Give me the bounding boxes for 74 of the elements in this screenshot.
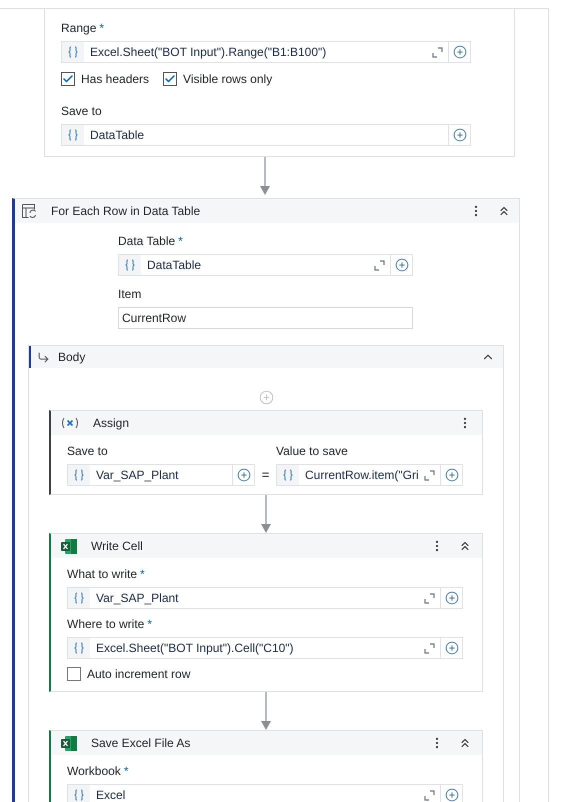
plus-icon — [444, 591, 458, 605]
field-label: Save to — [67, 443, 109, 460]
expand-icon[interactable] — [374, 260, 385, 270]
checkbox-label: Has headers — [81, 71, 150, 88]
expression-field[interactable]: DataTable — [61, 124, 449, 146]
add-button[interactable] — [441, 587, 463, 609]
excel-icon — [61, 538, 77, 554]
expand-icon[interactable] — [424, 592, 435, 604]
field-label: Item — [118, 286, 142, 303]
activity-header[interactable]: Assign — [51, 411, 482, 435]
add-button[interactable] — [441, 784, 463, 802]
plus-icon — [394, 258, 408, 272]
add-button[interactable] — [233, 464, 255, 486]
checkbox[interactable] — [67, 667, 81, 681]
check-icon — [164, 73, 176, 85]
add-button[interactable] — [449, 124, 471, 146]
braces-icon — [277, 465, 299, 485]
checkbox[interactable] — [163, 72, 178, 86]
body-title: Body — [58, 349, 86, 366]
checkbox[interactable] — [61, 72, 75, 86]
checkbox-label: Visible rows only — [183, 71, 272, 88]
activity-header[interactable]: Save Excel File As — [51, 731, 482, 755]
expression-field[interactable]: Var_SAP_Plant — [67, 464, 233, 486]
variable-icon — [61, 417, 79, 429]
plus-icon — [444, 468, 458, 482]
branch-icon — [37, 350, 50, 364]
activity-header[interactable]: Write Cell — [51, 534, 482, 558]
field-label: What to write * — [67, 566, 146, 583]
excel-icon — [61, 736, 77, 750]
connector-arrow — [260, 157, 270, 195]
add-button[interactable] — [441, 637, 463, 659]
braces-icon — [62, 125, 84, 145]
plus-icon — [452, 45, 466, 59]
add-button[interactable] — [391, 254, 413, 276]
connector-arrow — [261, 495, 271, 533]
expand-icon[interactable] — [424, 642, 435, 654]
add-button[interactable] — [449, 41, 471, 63]
braces-icon — [68, 588, 90, 608]
activity-title: Write Cell — [91, 538, 144, 555]
connector-arrow — [261, 692, 271, 730]
plus-icon — [444, 641, 458, 655]
expression-field[interactable]: DataTable — [118, 254, 391, 276]
braces-icon — [68, 465, 90, 485]
expand-icon[interactable] — [424, 470, 435, 480]
input-field[interactable]: CurrentRow — [118, 307, 413, 329]
table-loop-icon — [21, 203, 37, 219]
equals-sign: = — [260, 466, 270, 484]
add-button[interactable] — [441, 464, 463, 486]
activity-title: Save Excel File As — [91, 735, 192, 752]
plus-icon — [452, 128, 466, 142]
activity-header[interactable]: For Each Row in Data Table — [15, 199, 519, 223]
checkbox-label: Auto increment row — [87, 666, 190, 683]
activity-title: Assign — [93, 415, 130, 432]
expression-field[interactable]: CurrentRow.item("Gri — [276, 464, 441, 486]
field-label: Workbook * — [67, 763, 130, 780]
field-label: Save to — [61, 103, 103, 120]
body-header[interactable]: Body — [29, 346, 503, 368]
braces-icon — [68, 638, 90, 658]
expand-icon[interactable] — [432, 46, 443, 58]
expression-field[interactable]: Excel.Sheet("BOT Input").Range("B1:B100") — [61, 41, 449, 63]
braces-icon — [62, 42, 84, 62]
activity-title: For Each Row in Data Table — [51, 203, 202, 220]
field-label: Data Table * — [118, 233, 184, 250]
expression-field[interactable]: Excel.Sheet("BOT Input").Cell("C10") — [67, 637, 441, 659]
check-icon — [62, 73, 74, 85]
plus-icon — [444, 788, 458, 802]
field-label: Where to write * — [67, 616, 154, 633]
plus-icon — [236, 468, 250, 482]
expression-field[interactable]: Excel — [67, 784, 441, 802]
field-label: Value to save — [276, 443, 349, 460]
expression-field[interactable]: Var_SAP_Plant — [67, 587, 441, 609]
field-label: Range * — [61, 20, 106, 37]
expand-icon[interactable] — [424, 790, 435, 800]
braces-icon — [119, 255, 141, 275]
